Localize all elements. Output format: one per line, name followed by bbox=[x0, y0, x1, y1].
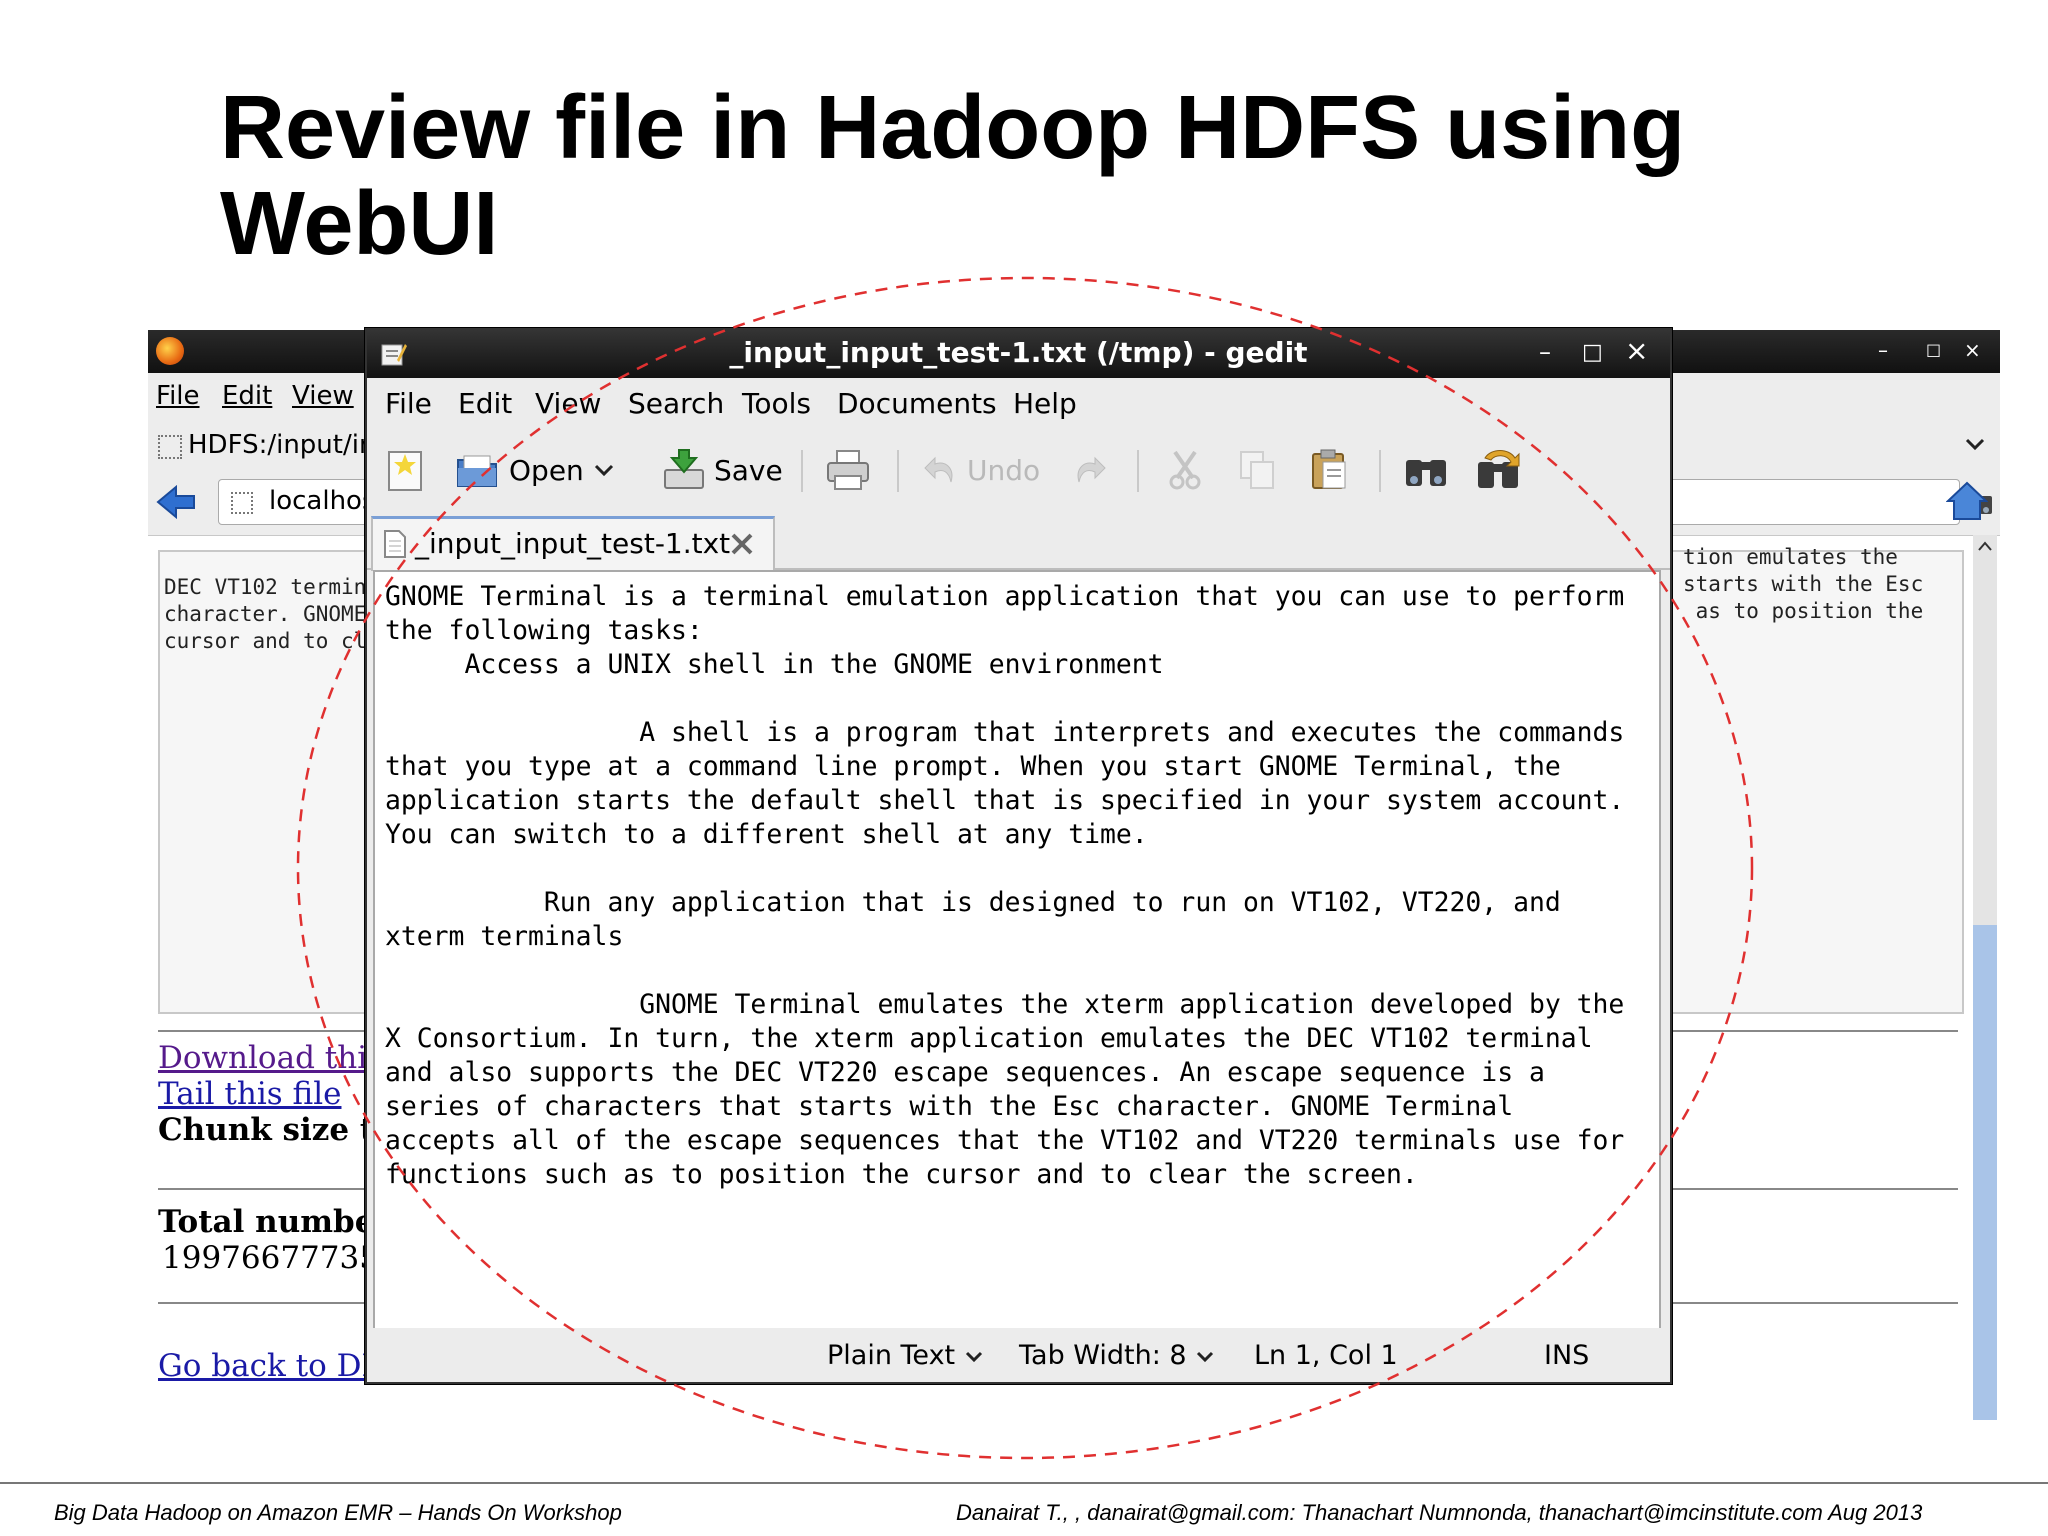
home-icon[interactable] bbox=[1946, 481, 1988, 521]
menu-file[interactable]: File bbox=[385, 387, 432, 420]
print-button[interactable] bbox=[825, 446, 871, 494]
gedit-maximize-button[interactable]: □ bbox=[1582, 340, 1603, 365]
document-text: GNOME Terminal is a terminal emulation a… bbox=[385, 581, 1625, 1190]
gedit-titlebar: _input_input_test-1.txt (/tmp) - gedit –… bbox=[367, 330, 1670, 378]
text-editor[interactable]: GNOME Terminal is a terminal emulation a… bbox=[373, 570, 1661, 1330]
open-recent-chevron-icon[interactable] bbox=[592, 460, 616, 480]
document-tab-strip: _input_input_test-1.txt bbox=[367, 512, 1670, 571]
cut-button[interactable] bbox=[1165, 446, 1205, 494]
go-back-link[interactable]: Go back to DF bbox=[158, 1348, 383, 1384]
gedit-title: _input_input_test-1.txt (/tmp) - gedit bbox=[729, 336, 1308, 369]
tail-file-link[interactable]: Tail this file bbox=[158, 1076, 341, 1112]
firefox-close-button[interactable]: × bbox=[1964, 338, 1981, 362]
gedit-menubar: File Edit View Search Tools Documents He… bbox=[367, 378, 1670, 428]
redo-icon bbox=[1077, 456, 1106, 483]
open-folder-icon bbox=[457, 455, 497, 487]
gedit-close-button[interactable]: × bbox=[1625, 334, 1648, 367]
language-selector[interactable]: Plain Text bbox=[827, 1340, 984, 1371]
page-icon bbox=[158, 435, 182, 459]
firefox-maximize-button[interactable]: □ bbox=[1926, 340, 1941, 359]
firefox-tab-label[interactable]: HDFS:/input/inp bbox=[188, 430, 392, 460]
download-file-link[interactable]: Download this bbox=[158, 1040, 383, 1076]
document-tab[interactable]: _input_input_test-1.txt bbox=[371, 516, 775, 571]
find-binoculars-icon bbox=[1406, 460, 1446, 486]
toolbar-separator bbox=[1379, 450, 1381, 492]
insert-mode: INS bbox=[1544, 1340, 1590, 1371]
tab-width-chevron-icon bbox=[1197, 1351, 1214, 1362]
find-button[interactable] bbox=[1403, 446, 1449, 494]
menu-help[interactable]: Help bbox=[1013, 387, 1077, 420]
total-number-label: Total numbe bbox=[158, 1204, 375, 1240]
footer-right: Danairat T., , danairat@gmail.com: Thana… bbox=[956, 1500, 1923, 1525]
menu-search[interactable]: Search bbox=[628, 387, 724, 420]
file-content-left: DEC VT102 termin character. GNOME cursor… bbox=[164, 575, 367, 653]
new-document-button[interactable] bbox=[385, 446, 425, 494]
toolbar-separator bbox=[801, 450, 803, 492]
menu-view[interactable]: View bbox=[535, 387, 601, 420]
gedit-statusbar: Plain Text Tab Width: 8 Ln 1, Col 1 INS bbox=[367, 1328, 1670, 1382]
save-button[interactable]: Save bbox=[662, 446, 783, 494]
tab-list-chevron-icon[interactable] bbox=[1964, 437, 1986, 451]
footer-rule bbox=[0, 1482, 2048, 1484]
language-chevron-icon bbox=[965, 1351, 982, 1362]
back-arrow-icon[interactable] bbox=[156, 485, 196, 519]
total-number-value: 19976677735 bbox=[162, 1240, 379, 1276]
redo-button[interactable] bbox=[1071, 446, 1107, 494]
find-replace-icon bbox=[1478, 450, 1520, 488]
open-button[interactable]: Open bbox=[455, 446, 616, 494]
menu-edit[interactable]: Edit bbox=[458, 387, 512, 420]
document-tab-label: _input_input_test-1.txt bbox=[415, 527, 731, 560]
firefox-minimize-button[interactable]: – bbox=[1878, 338, 1888, 362]
undo-icon bbox=[924, 456, 953, 483]
cut-icon bbox=[1169, 450, 1201, 490]
firefox-scrollbar[interactable] bbox=[1973, 535, 1997, 1420]
firefox-menu-edit[interactable]: Edit bbox=[222, 381, 272, 411]
toolbar-separator bbox=[1137, 450, 1139, 492]
copy-button[interactable] bbox=[1237, 446, 1277, 494]
paste-button[interactable] bbox=[1309, 446, 1349, 494]
scrollbar-thumb[interactable] bbox=[1973, 925, 1997, 1420]
copy-icon bbox=[1240, 451, 1274, 489]
firefox-menu-view[interactable]: View bbox=[292, 381, 354, 411]
firefox-menu-file[interactable]: File bbox=[156, 381, 200, 411]
tab-width-label: Tab Width: 8 bbox=[1019, 1340, 1187, 1371]
undo-button[interactable]: Undo bbox=[923, 446, 1040, 494]
tab-width-selector[interactable]: Tab Width: 8 bbox=[1019, 1340, 1215, 1371]
undo-label: Undo bbox=[967, 453, 1041, 487]
slide-title: Review file in Hadoop HDFS using WebUI bbox=[220, 80, 1920, 272]
menu-documents[interactable]: Documents bbox=[837, 387, 997, 420]
find-replace-button[interactable] bbox=[1475, 446, 1523, 494]
gedit-toolbar: Open Save Undo bbox=[367, 428, 1670, 512]
open-label: Open bbox=[509, 453, 584, 487]
url-text: localhos bbox=[269, 486, 376, 516]
save-icon bbox=[664, 449, 704, 489]
scroll-up-icon[interactable] bbox=[1975, 537, 1995, 555]
toolbar-separator bbox=[897, 450, 899, 492]
site-identity-icon bbox=[231, 492, 253, 514]
cursor-position: Ln 1, Col 1 bbox=[1254, 1340, 1398, 1371]
slide-title-line1: Review file in Hadoop HDFS using bbox=[220, 78, 1686, 178]
menu-tools[interactable]: Tools bbox=[742, 387, 811, 420]
chunk-size-label: Chunk size t bbox=[158, 1112, 375, 1148]
print-icon bbox=[827, 450, 869, 490]
paste-icon bbox=[1312, 449, 1346, 489]
language-label: Plain Text bbox=[827, 1340, 956, 1371]
save-label: Save bbox=[714, 453, 783, 487]
slide-title-line2: WebUI bbox=[220, 174, 499, 274]
gedit-window: _input_input_test-1.txt (/tmp) - gedit –… bbox=[365, 328, 1672, 1384]
file-content-right: tion emulates the starts with the Esc as… bbox=[1683, 545, 1924, 623]
gedit-minimize-button[interactable]: – bbox=[1539, 338, 1551, 366]
new-document-icon bbox=[388, 451, 422, 491]
text-file-icon bbox=[384, 530, 406, 558]
close-tab-icon[interactable] bbox=[729, 531, 755, 557]
footer-left: Big Data Hadoop on Amazon EMR – Hands On… bbox=[54, 1500, 622, 1525]
firefox-logo-icon bbox=[156, 337, 184, 365]
